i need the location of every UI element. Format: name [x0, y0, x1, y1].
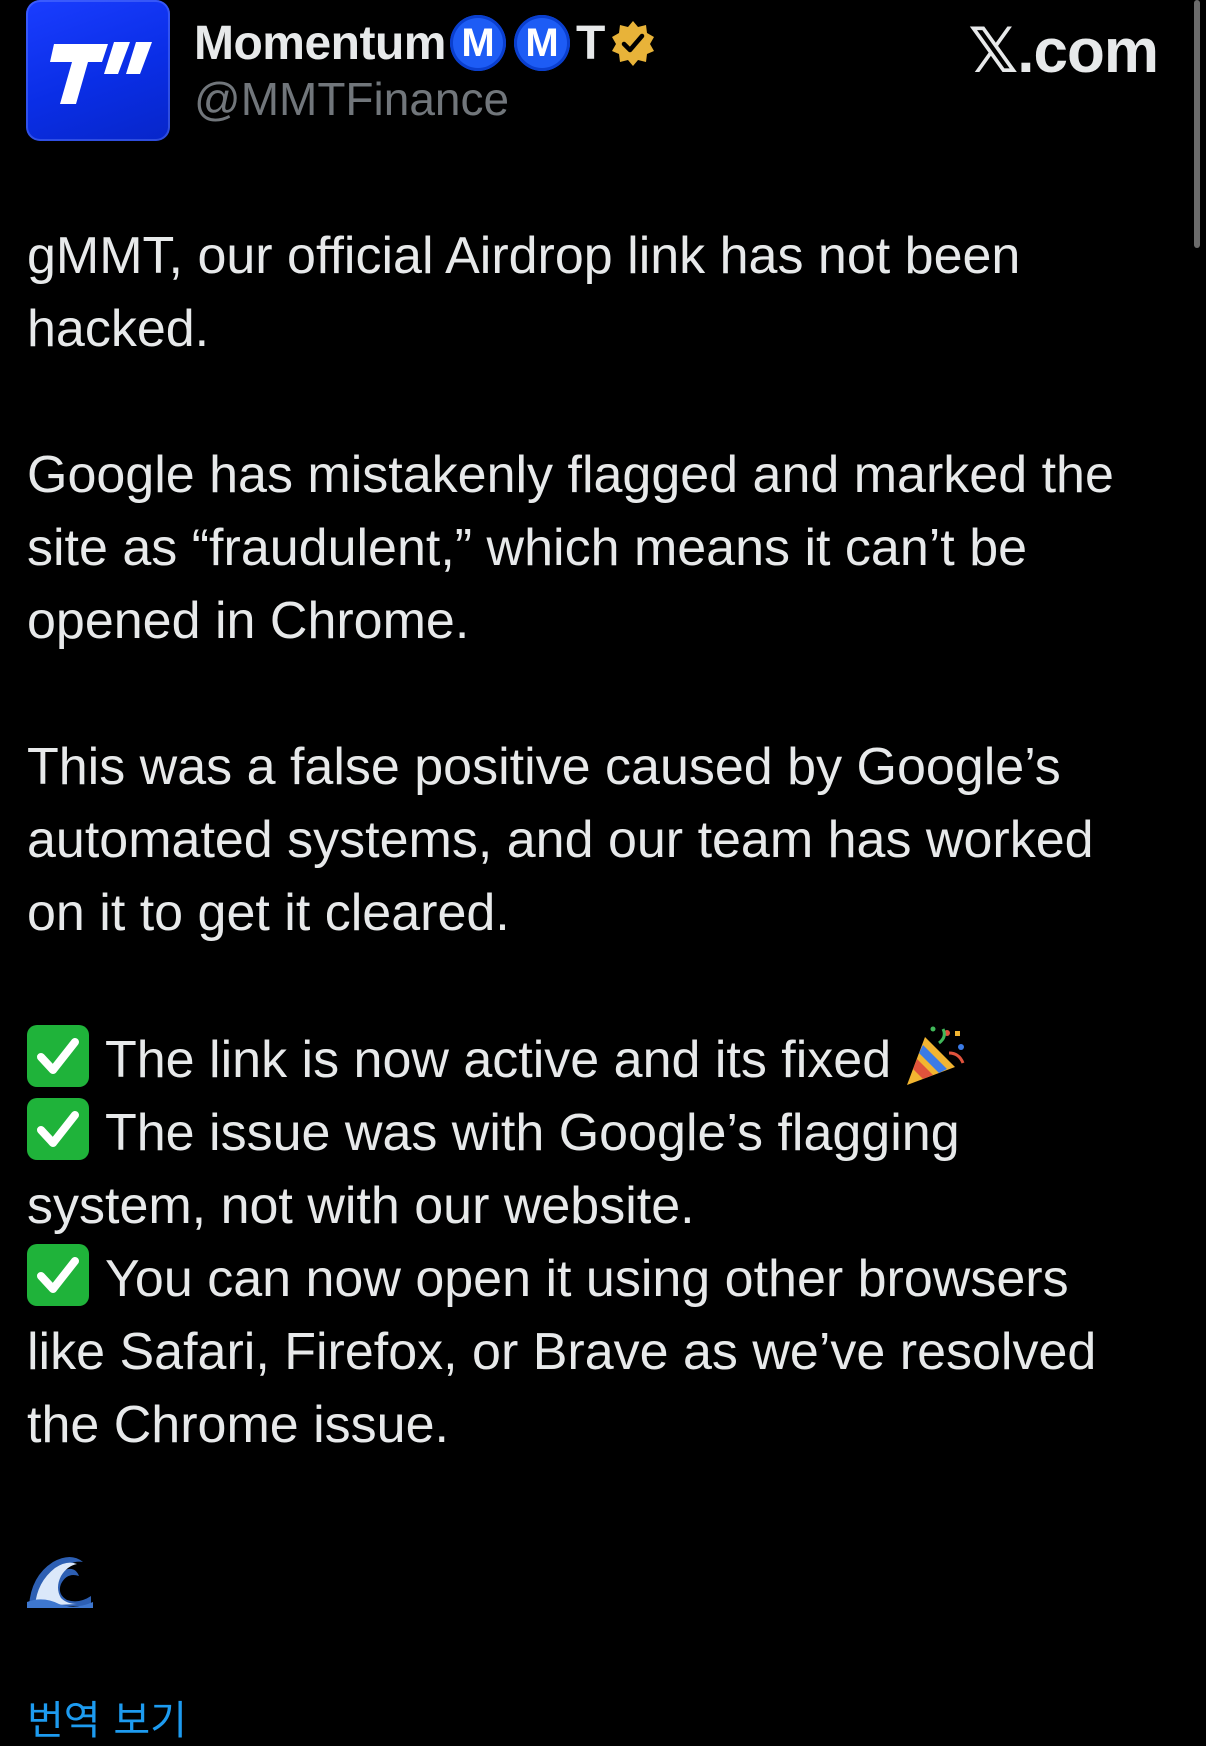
gold-verified-badge-icon — [612, 21, 655, 66]
momentum-logo-icon — [50, 42, 152, 104]
check-item: The issue was with Google’s flagging — [27, 1097, 1177, 1170]
avatar[interactable] — [26, 0, 170, 141]
tweet-line: gMMT, our official Airdrop link has not … — [27, 227, 1021, 285]
check-item: You can now open it using other browsers — [27, 1243, 1177, 1316]
tweet-text: gMMT, our official Airdrop link has not … — [27, 220, 1177, 1462]
check-mark-button-icon — [27, 1025, 89, 1087]
check-item-text: The link is now active and its fixed — [105, 1031, 892, 1089]
tweet-line: Google has mistakenly flagged and marked… — [27, 446, 1114, 504]
m-badge-icon: M — [449, 15, 506, 71]
check-item-text: You can now open it using other browsers — [105, 1250, 1069, 1308]
tweet-line: like Safari, Firefox, or Brave as we’ve … — [27, 1323, 1097, 1381]
tweet-line: hacked. — [27, 300, 210, 358]
name-suffix: T — [575, 16, 606, 70]
translate-link[interactable]: 번역 보기 — [27, 1688, 187, 1746]
check-item: The link is now active and its fixed — [27, 1023, 1177, 1097]
check-mark-button-icon — [27, 1244, 89, 1306]
check-mark-button-icon — [27, 1098, 89, 1160]
tweet-line: automated systems, and our team has work… — [27, 811, 1094, 869]
display-name[interactable]: Momentum — [194, 16, 446, 71]
author-name-row[interactable]: Momentum M M T — [194, 10, 657, 76]
author-handle[interactable]: @MMTFinance — [194, 72, 509, 126]
tweet-line: opened in Chrome. — [27, 592, 470, 650]
party-popper-icon — [907, 1026, 965, 1085]
site-brand: 𝕏.com — [968, 17, 1159, 86]
check-item-text: The issue was with Google’s flagging — [105, 1104, 960, 1162]
tweet-line: This was a false positive caused by Goog… — [27, 738, 1061, 796]
tweet-line: the Chrome issue. — [27, 1396, 449, 1454]
tweet-line: on it to get it cleared. — [27, 884, 510, 942]
water-wave-icon — [27, 1552, 93, 1608]
tweet-line: system, not with our website. — [27, 1177, 695, 1235]
scrollbar[interactable] — [1194, 0, 1200, 248]
m-badge-icon: M — [513, 15, 570, 71]
tweet-line: site as “fraudulent,” which means it can… — [27, 519, 1028, 577]
